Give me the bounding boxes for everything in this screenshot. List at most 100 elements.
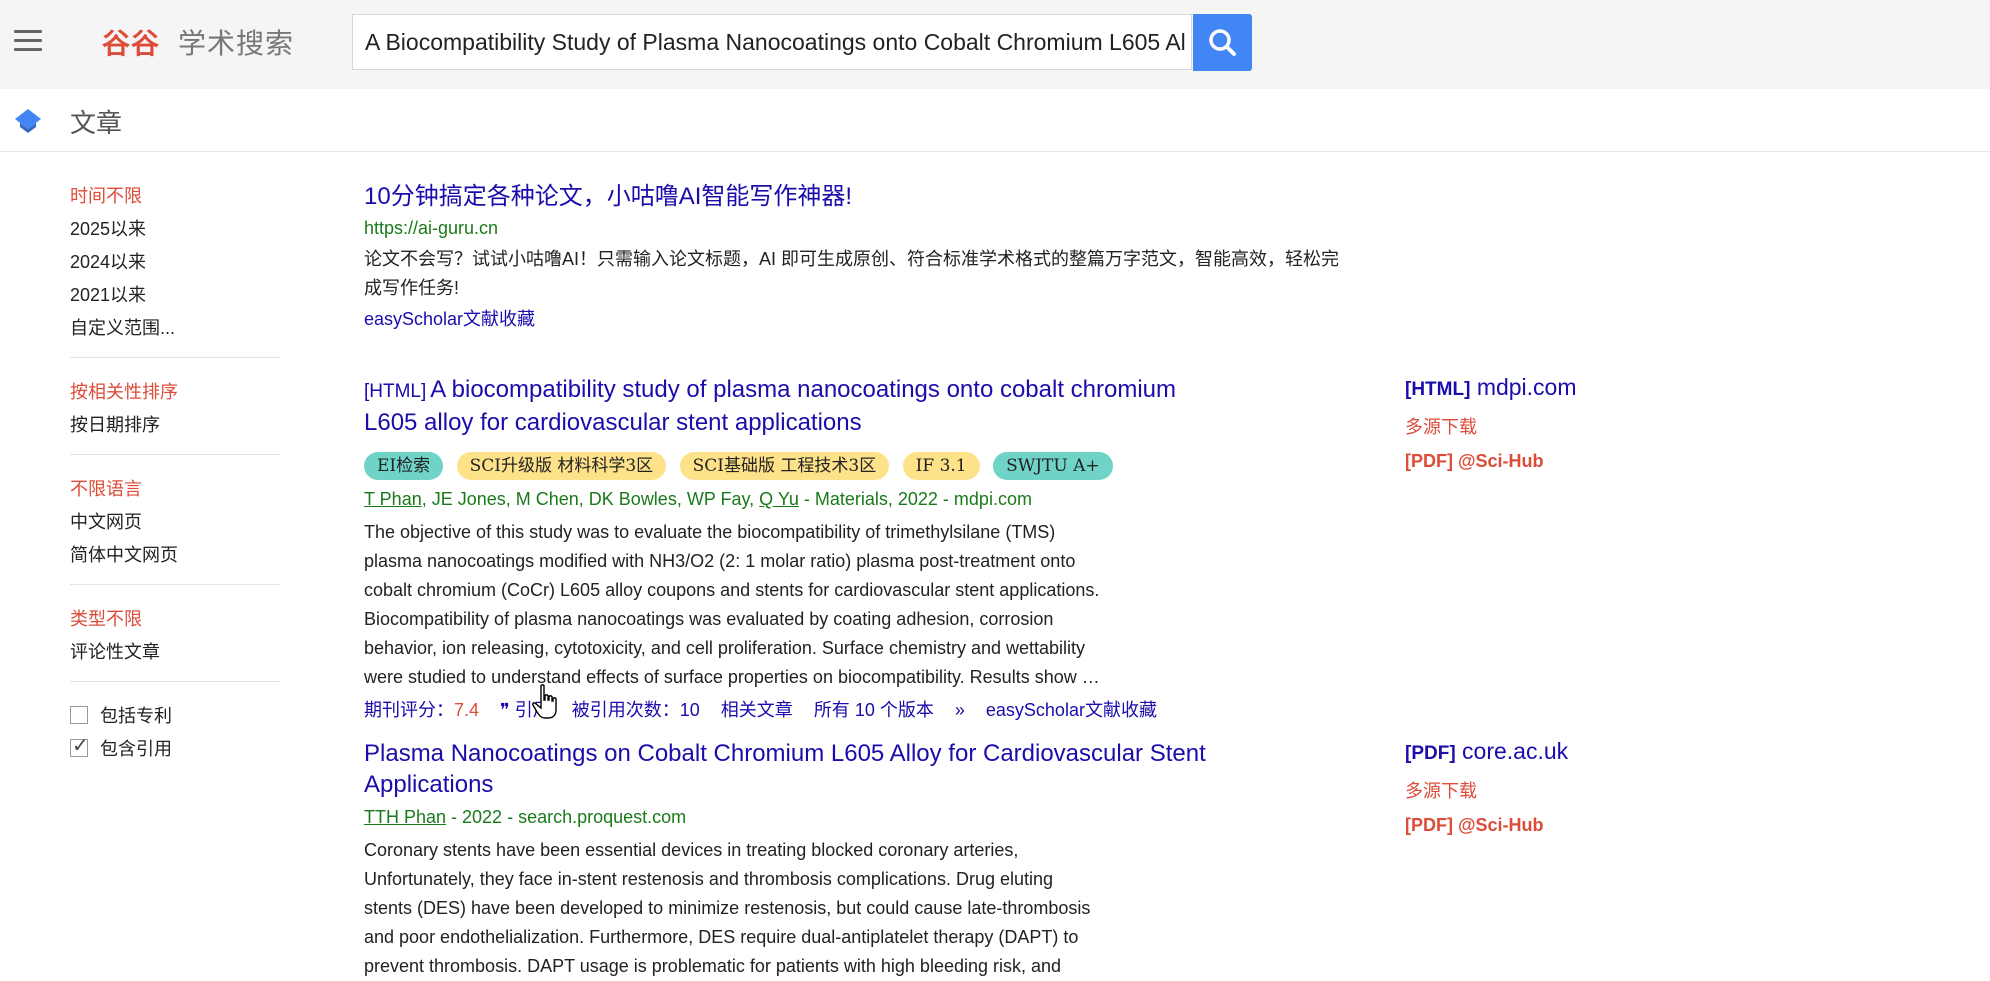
include-citations-checkbox[interactable]: ✓ [70,735,89,757]
result-title-line: Applications [364,771,494,798]
result-meta: TTH Phan - 2022 - search.proquest.com [364,804,1264,830]
sort-by-relevance[interactable]: 按相关性排序 [70,376,280,409]
more-chevrons-icon[interactable]: » [955,700,965,720]
search-button[interactable] [1193,14,1252,71]
sort-group: 按相关性排序 按日期排序 [70,376,280,455]
hamburger-menu-icon[interactable] [14,30,42,52]
hand-cursor-icon [532,684,557,719]
lang-any[interactable]: 不限语言 [70,473,280,506]
type-any[interactable]: 类型不限 [70,603,280,636]
logo-brand: 谷谷 [102,27,161,60]
logo-product: 学术搜索 [178,27,295,60]
full-text-link[interactable]: [PDF] core.ac.uk [1405,738,1568,765]
lang-simplified-chinese[interactable]: 简体中文网页 [70,539,280,572]
snippet-line: and poor endothelialization. Furthermore… [364,927,1079,947]
ad-collect-link[interactable]: easyScholar文献收藏 [364,309,535,329]
include-citations-label: 包含引用 [100,739,172,759]
result-title-line: A biocompatibility study of plasma nanoc… [430,376,1177,403]
filter-time-any[interactable]: 时间不限 [70,180,280,213]
scihub-link[interactable]: [PDF] @Sci-Hub [1405,451,1577,472]
badge-impact-factor: IF 3.1 [902,452,980,480]
publication-info: - 2022 - search.proquest.com [446,807,687,827]
search-result: [HTML] A biocompatibility study of plasma… [364,374,1264,724]
result-title-line: Plasma Nanocoatings on Cobalt Chromium L… [364,740,1206,767]
ad-url[interactable]: https://ai-guru.cn [364,218,1424,239]
type-group: 类型不限 评论性文章 [70,603,280,682]
badge-sci-upgrade: SCI升级版 材料科学3区 [456,452,667,480]
result-title-link[interactable]: Plasma Nanocoatings on Cobalt Chromium L… [364,738,1264,800]
journal-score-label: 期刊评分： [364,700,454,720]
result-snippet: Coronary stents have been essential devi… [364,836,1264,981]
easyscholar-collect-link[interactable]: easyScholar文献收藏 [986,700,1157,720]
result-snippet: The objective of this study was to evalu… [364,518,1264,692]
author-link[interactable]: TTH Phan [364,807,446,827]
quote-icon: ❞ [500,700,515,720]
full-text-domain: mdpi.com [1476,374,1577,400]
include-patents-option[interactable]: 包括专利 [70,700,280,733]
author-link[interactable]: Q Yu [759,489,799,509]
snippet-line: Unfortunately, they face in-stent resten… [364,869,1054,889]
full-text-format: [HTML] [1405,379,1471,400]
include-citations-option[interactable]: ✓ 包含引用 [70,733,280,766]
language-group: 不限语言 中文网页 简体中文网页 [70,473,280,585]
filter-since-2025[interactable]: 2025以来 [70,213,280,246]
result-title-link[interactable]: [HTML] A biocompatibility study of plasma… [364,374,1264,438]
badge-ei: EI检索 [364,452,444,480]
result-side-links: [PDF] core.ac.uk 多源下载 [PDF] @Sci-Hub [1405,738,1568,836]
include-patents-label: 包括专利 [100,706,172,726]
all-versions-link[interactable]: 所有 10 个版本 [814,700,934,720]
search-icon [1209,29,1236,56]
snippet-line: stents (DES) have been developed to mini… [364,898,1091,918]
snippet-line: The objective of this study was to evalu… [364,522,1056,542]
snippet-line: Biocompatibility of plasma nanocoatings … [364,609,1054,629]
result-actions: 期刊评分：7.4 ❞ 引用 被引用次数：10 相关文章 所有 10 个版本 » … [364,696,1264,724]
journal-score[interactable]: 期刊评分：7.4 [364,700,479,720]
scihub-link[interactable]: [PDF] @Sci-Hub [1405,815,1568,836]
checkmark-icon: ✓ [72,735,89,757]
snippet-line: Coronary stents have been essential devi… [364,840,1019,860]
journal-badges: EI检索 SCI升级版 材料科学3区 SCI基础版 工程技术3区 IF 3.1 … [364,452,1264,482]
logo[interactable]: 谷谷 学术搜索 [102,22,294,62]
search-result: Plasma Nanocoatings on Cobalt Chromium L… [364,738,1264,981]
result-meta: T Phan, JE Jones, M Chen, DK Bowles, WP … [364,486,1264,512]
snippet-line: prevent thrombosis. DAPT usage is proble… [364,956,1062,976]
snippet-line: cobalt chromium (CoCr) L605 alloy coupon… [364,580,1100,600]
type-review-articles[interactable]: 评论性文章 [70,636,280,669]
full-text-format: [PDF] [1405,743,1456,764]
cited-by-link[interactable]: 被引用次数：10 [572,700,700,720]
multi-source-download-link[interactable]: 多源下载 [1405,413,1577,439]
result-title-line: L605 alloy for cardiovascular stent appl… [364,409,862,436]
snippet-line: were studied to understand effects of su… [364,667,1100,687]
author-link[interactable]: T Phan [364,489,422,509]
ad-title-link[interactable]: 10分钟搞定各种论文，小咕噜AI智能写作神器! [364,181,1424,212]
filter-since-2024[interactable]: 2024以来 [70,246,280,279]
include-patents-checkbox[interactable] [70,706,88,724]
filter-since-2021[interactable]: 2021以来 [70,279,280,312]
sidebar-filters: 时间不限 2025以来 2024以来 2021以来 自定义范围... 按相关性排… [70,180,280,766]
result-side-links: [HTML] mdpi.com 多源下载 [PDF] @Sci-Hub [1405,374,1577,472]
top-bar: 谷谷 学术搜索 [0,0,1990,90]
ad-result: 10分钟搞定各种论文，小咕噜AI智能写作神器! https://ai-guru.… [364,181,1424,333]
badge-swjtu: SWJTU A+ [993,452,1113,480]
snippet-line: plasma nanocoatings modified with NH3/O2… [364,551,1076,571]
journal-score-value: 7.4 [454,700,480,720]
scholar-cap-icon [15,109,41,133]
full-text-link[interactable]: [HTML] mdpi.com [1405,374,1577,401]
multi-source-download-link[interactable]: 多源下载 [1405,777,1568,803]
snippet-line: behavior, ion releasing, cytotoxicity, a… [364,638,1086,658]
sort-by-date[interactable]: 按日期排序 [70,409,280,442]
ad-description-line: 成写作任务! [364,278,460,298]
time-filter-group: 时间不限 2025以来 2024以来 2021以来 自定义范围... [70,180,280,358]
badge-sci-basic: SCI基础版 工程技术3区 [679,452,890,480]
filter-custom-range[interactable]: 自定义范围... [70,312,280,345]
search-box [352,14,1192,70]
author-list: , JE Jones, M Chen, DK Bowles, WP Fay, [421,489,760,509]
lang-chinese-pages[interactable]: 中文网页 [70,506,280,539]
full-text-domain: core.ac.uk [1462,738,1569,764]
section-bar: 文章 [0,89,1990,152]
result-format-tag: [HTML] [364,381,427,402]
search-input[interactable] [365,15,1185,69]
section-title: 文章 [70,108,123,138]
ad-description-line: 论文不会写？试试小咕噜AI！只需输入论文标题，AI 即可生成原创、符合标准学术格… [364,249,1340,269]
related-articles-link[interactable]: 相关文章 [721,700,793,720]
